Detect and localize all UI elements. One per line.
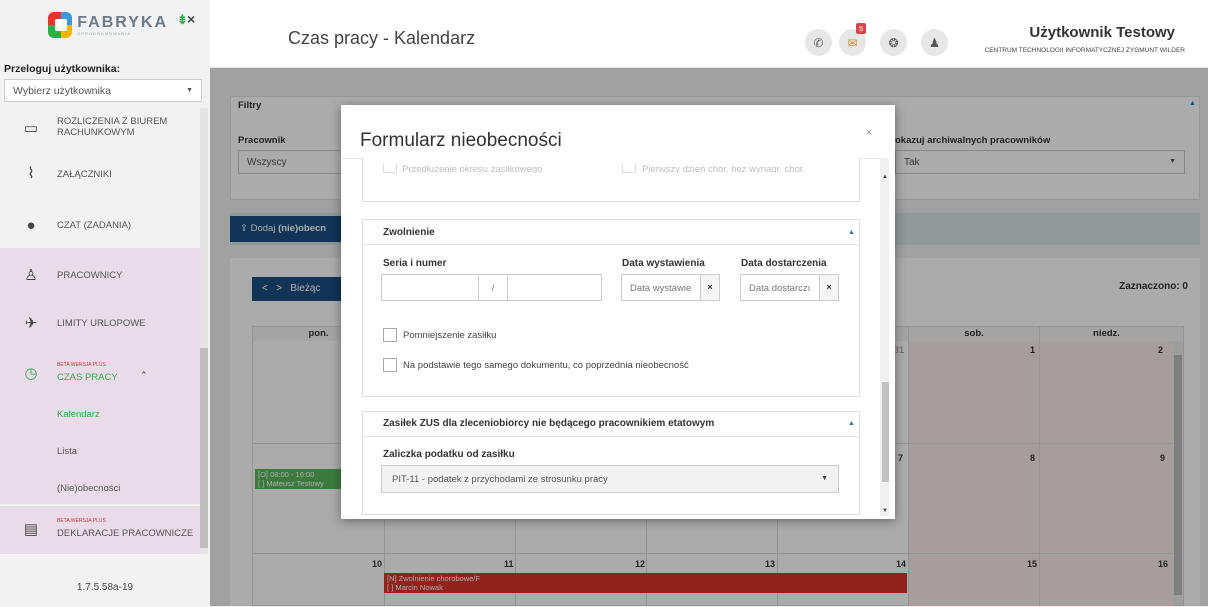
checkbox-label: Przedłużenie okresu zasiłkowego xyxy=(402,164,543,173)
close-icon[interactable]: × xyxy=(866,127,872,139)
section-title: Zasiłek ZUS dla zleceniobiorcy nie będąc… xyxy=(383,418,715,429)
chevron-down-icon: ▼ xyxy=(821,475,828,482)
collapse-icon[interactable]: ▲ xyxy=(848,420,855,427)
clear-issued-date-button[interactable]: × xyxy=(700,274,720,301)
section-divider xyxy=(362,244,860,245)
phone-icon[interactable]: ✆ xyxy=(805,29,832,56)
checkbox[interactable] xyxy=(383,164,397,173)
tax-advance-label: Zaliczka podatku od zasiłku xyxy=(383,449,515,460)
delivered-date-placeholder: Data dostarczı xyxy=(749,283,811,294)
scroll-down-icon[interactable]: ▼ xyxy=(882,508,888,514)
series-input[interactable] xyxy=(381,274,479,301)
delivered-date-input[interactable]: Data dostarczı xyxy=(740,274,820,301)
user-name[interactable]: Użytkownik Testowy xyxy=(1015,24,1175,41)
series-label: Seria i numer xyxy=(383,258,447,269)
issued-date-label: Data wystawienia xyxy=(622,258,705,269)
issued-date-input[interactable]: Data wystawie xyxy=(621,274,701,301)
section-title: Zwolnienie xyxy=(383,227,435,238)
modal-scrollbar-thumb[interactable] xyxy=(882,382,889,482)
issued-date-placeholder: Data wystawie xyxy=(630,283,692,294)
collapse-icon[interactable]: ▲ xyxy=(848,229,855,236)
tax-advance-value: PIT-11 - podatek z przychodami ze strosu… xyxy=(392,474,608,485)
same-document-checkbox[interactable] xyxy=(383,358,397,372)
modal-title: Formularz nieobecności xyxy=(360,130,562,151)
help-icon[interactable]: ❂ xyxy=(880,29,907,56)
page-title: Czas pracy - Kalendarz xyxy=(288,28,476,48)
benefit-reduction-label: Pomniejszenie zasiłku xyxy=(403,330,497,341)
number-input[interactable] xyxy=(507,274,602,301)
checkbox[interactable] xyxy=(622,164,636,173)
section-divider xyxy=(362,436,860,437)
tax-advance-select[interactable]: PIT-11 - podatek z przychodami ze strosu… xyxy=(381,465,839,493)
same-document-label: Na podstawie tego samego dokumentu, co p… xyxy=(403,360,689,371)
series-separator: / xyxy=(478,274,508,301)
user-organization: CENTRUM TECHNOLOGII INFORMATYCZNEJ ZYGMU… xyxy=(984,47,1185,54)
scroll-up-icon[interactable]: ▲ xyxy=(882,174,888,180)
benefit-reduction-checkbox[interactable] xyxy=(383,328,397,342)
mail-badge: 5 xyxy=(856,23,867,34)
checkbox-label: Pierwszy dzień chor. bez wynagr. chor. xyxy=(642,164,806,173)
clear-delivered-date-button[interactable]: × xyxy=(819,274,839,301)
sidebar-backdrop xyxy=(0,0,210,606)
user-icon[interactable]: ♟ xyxy=(921,29,948,56)
delivered-date-label: Data dostarczenia xyxy=(741,258,827,269)
